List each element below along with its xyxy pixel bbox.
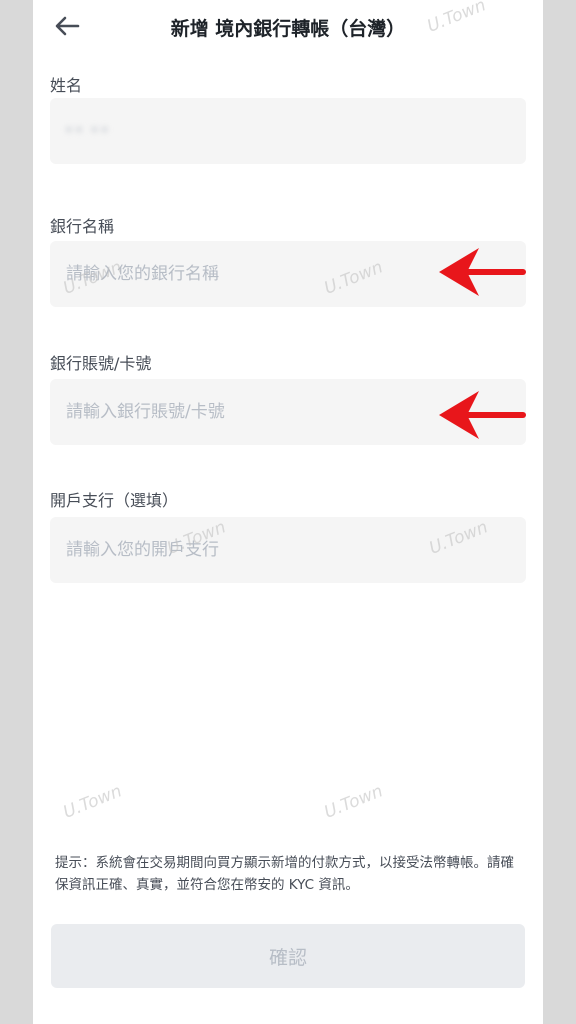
confirm-button[interactable]: 確認 <box>51 924 525 988</box>
app-screen: 新增 境內銀行轉帳（台灣） 姓名 •• •• 銀行名稱 銀行賬號/卡號 開戶支行… <box>33 0 543 1024</box>
page-title: 新增 境內銀行轉帳（台灣） <box>170 18 406 40</box>
name-label: 姓名 <box>50 76 83 95</box>
top-bar: 新增 境內銀行轉帳（台灣） <box>33 0 543 52</box>
name-field[interactable]: •• •• <box>50 98 526 164</box>
arrow-left-icon <box>55 16 80 36</box>
branch-input[interactable] <box>64 539 512 561</box>
account-number-label: 銀行賬號/卡號 <box>50 354 152 373</box>
branch-label: 開戶支行（選填） <box>50 491 179 510</box>
hint-text: 提示：系統會在交易期間向買方顯示新增的付款方式，以接受法幣轉帳。請確保資訊正確、… <box>55 855 514 893</box>
branch-field[interactable] <box>50 517 526 583</box>
bank-name-label: 銀行名稱 <box>50 217 115 236</box>
name-value: •• •• <box>64 121 110 141</box>
annotation-arrow-icon <box>439 391 526 439</box>
back-button[interactable] <box>51 10 83 42</box>
annotation-arrow-icon <box>439 248 526 296</box>
